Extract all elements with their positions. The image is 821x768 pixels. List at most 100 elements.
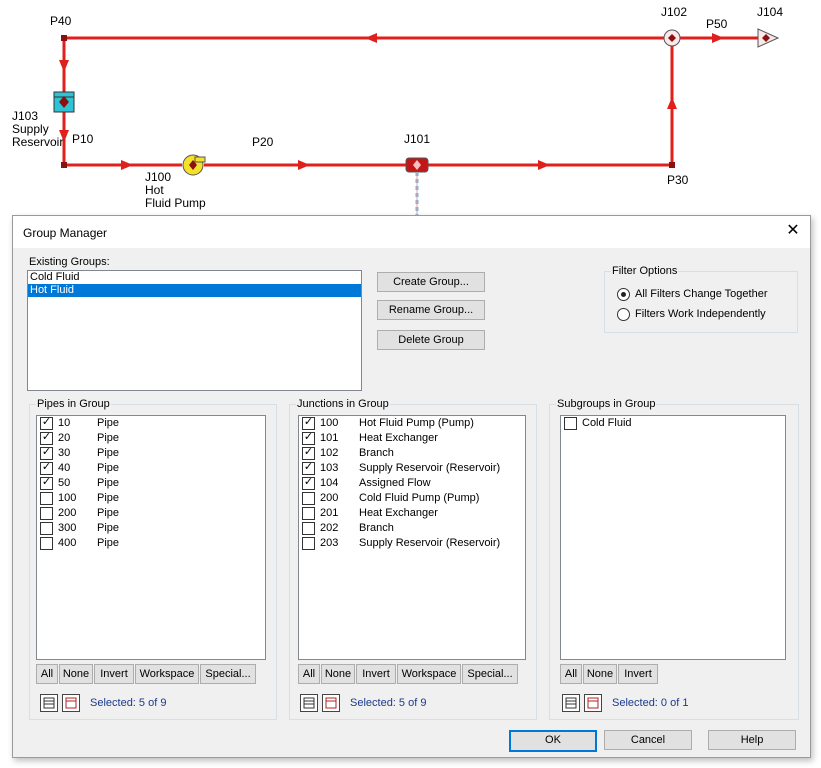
junction-row[interactable]: ✓ 104 Assigned Flow <box>299 476 525 491</box>
pipe-row[interactable]: 200 Pipe <box>37 506 265 521</box>
special-button[interactable]: Special... <box>462 664 518 684</box>
junction-row[interactable]: 202 Branch <box>299 521 525 536</box>
radio-filters-independent[interactable] <box>617 308 630 321</box>
checkbox[interactable] <box>302 537 315 550</box>
checkbox[interactable]: ✓ <box>302 476 315 490</box>
all-button[interactable]: All <box>298 664 320 684</box>
junction-row[interactable]: ✓ 103 Supply Reservoir (Reservoir) <box>299 461 525 476</box>
junction-row[interactable]: 200 Cold Fluid Pump (Pump) <box>299 491 525 506</box>
pipe-row[interactable]: 100 Pipe <box>37 491 265 506</box>
checkbox[interactable]: ✓ <box>40 461 53 475</box>
pipe-row[interactable]: ✓ 40 Pipe <box>37 461 265 476</box>
group-item-cold-fluid[interactable]: Cold Fluid <box>28 271 361 284</box>
checkbox[interactable] <box>40 522 53 535</box>
checkbox[interactable]: ✓ <box>40 431 53 445</box>
dialog-titlebar[interactable]: Group Manager ✕ <box>13 216 810 248</box>
checkbox[interactable]: ✓ <box>40 446 53 460</box>
pipe-row[interactable]: ✓ 50 Pipe <box>37 476 265 491</box>
label-p50: P50 <box>706 17 728 31</box>
subgroups-group-title: Subgroups in Group <box>556 398 657 411</box>
checkbox[interactable]: ✓ <box>302 416 315 430</box>
group-item-hot-fluid[interactable]: Hot Fluid <box>28 284 361 297</box>
flow-arrow-p50 <box>712 33 724 43</box>
checkmark-icon: ✓ <box>41 431 52 443</box>
junction-row[interactable]: ✓ 100 Hot Fluid Pump (Pump) <box>299 416 525 431</box>
subgroup-row[interactable]: Cold Fluid <box>561 416 785 431</box>
ok-button[interactable]: OK <box>509 730 597 752</box>
radio-all-filters[interactable] <box>617 288 630 301</box>
detail-view-icon[interactable] <box>322 694 340 712</box>
none-button[interactable]: None <box>321 664 355 684</box>
checkmark-icon: ✓ <box>303 416 314 428</box>
pipes-list[interactable]: ✓ 10 Pipe ✓ 20 Pipe ✓ 30 Pipe ✓ 40 Pipe ✓ 50 Pipe 100 Pi… <box>36 415 266 660</box>
checkbox[interactable] <box>40 492 53 505</box>
flow-arrow-up <box>667 97 677 109</box>
pipes-selected-count: Selected: 5 of 9 <box>90 697 167 709</box>
checkbox[interactable] <box>302 492 315 505</box>
radio-filters-independent-label[interactable]: Filters Work Independently <box>635 308 766 321</box>
checkbox[interactable] <box>564 417 577 430</box>
workspace-button[interactable]: Workspace <box>397 664 461 684</box>
pipe-type: Pipe <box>97 522 120 534</box>
checkbox[interactable] <box>40 537 53 550</box>
pipe-row[interactable]: ✓ 10 Pipe <box>37 416 265 431</box>
branch-icon <box>663 29 681 47</box>
delete-group-button[interactable]: Delete Group <box>377 330 485 350</box>
subgroups-list[interactable]: Cold Fluid <box>560 415 786 660</box>
checkbox[interactable]: ✓ <box>302 446 315 460</box>
detail-view-icon[interactable] <box>62 694 80 712</box>
invert-button[interactable]: Invert <box>618 664 658 684</box>
list-view-icon[interactable] <box>562 694 580 712</box>
pipe-id: 40 <box>58 462 71 474</box>
junction-type: Heat Exchanger <box>359 507 438 519</box>
create-group-button[interactable]: Create Group... <box>377 272 485 292</box>
junction-row[interactable]: ✓ 101 Heat Exchanger <box>299 431 525 446</box>
none-button[interactable]: None <box>583 664 617 684</box>
checkbox[interactable] <box>40 507 53 520</box>
heat-exchanger-icon <box>405 157 429 215</box>
pipe-row[interactable]: ✓ 20 Pipe <box>37 431 265 446</box>
cancel-button[interactable]: Cancel <box>604 730 692 750</box>
subgroup-name: Cold Fluid <box>582 417 632 429</box>
pipe-row[interactable]: 400 Pipe <box>37 536 265 551</box>
existing-groups-list[interactable]: Cold Fluid Hot Fluid <box>27 270 362 391</box>
checkbox[interactable]: ✓ <box>40 476 53 490</box>
workspace-button[interactable]: Workspace <box>135 664 199 684</box>
junction-row[interactable]: 201 Heat Exchanger <box>299 506 525 521</box>
none-button[interactable]: None <box>59 664 93 684</box>
junctions-group-title: Junctions in Group <box>296 398 390 411</box>
junction-row[interactable]: 203 Supply Reservoir (Reservoir) <box>299 536 525 551</box>
list-view-icon[interactable] <box>300 694 318 712</box>
network-diagram[interactable] <box>0 0 821 215</box>
junction-id: 203 <box>320 537 339 549</box>
invert-button[interactable]: Invert <box>94 664 134 684</box>
checkbox[interactable]: ✓ <box>40 416 53 430</box>
close-icon[interactable]: ✕ <box>784 222 802 240</box>
radio-all-filters-label[interactable]: All Filters Change Together <box>635 288 767 301</box>
checkbox[interactable]: ✓ <box>302 431 315 445</box>
pipe-row[interactable]: 300 Pipe <box>37 521 265 536</box>
junctions-list[interactable]: ✓ 100 Hot Fluid Pump (Pump) ✓ 101 Heat Exchan… <box>298 415 526 660</box>
list-view-icon[interactable] <box>40 694 58 712</box>
rename-group-button[interactable]: Rename Group... <box>377 300 485 320</box>
detail-view-icon[interactable] <box>584 694 602 712</box>
junction-id: 101 <box>320 432 339 444</box>
filter-options-title: Filter Options <box>611 265 679 278</box>
label-j101: J101 <box>404 132 431 146</box>
checkbox[interactable]: ✓ <box>302 461 315 475</box>
junction-row[interactable]: ✓ 102 Branch <box>299 446 525 461</box>
junctions-selected-count: Selected: 5 of 9 <box>350 697 427 709</box>
pipe-id: 300 <box>58 522 77 534</box>
special-button[interactable]: Special... <box>200 664 256 684</box>
junctions-group-box: Junctions in Group ✓ 100 Hot Fluid Pump (P… <box>289 398 537 720</box>
flow-arrow-down-1 <box>59 60 69 72</box>
junction-type: Supply Reservoir (Reservoir) <box>359 537 501 549</box>
flow-arrow-p10 <box>121 160 133 170</box>
all-button[interactable]: All <box>36 664 58 684</box>
checkbox[interactable] <box>302 507 315 520</box>
all-button[interactable]: All <box>560 664 582 684</box>
help-button[interactable]: Help <box>708 730 796 750</box>
pipe-row[interactable]: ✓ 30 Pipe <box>37 446 265 461</box>
checkbox[interactable] <box>302 522 315 535</box>
invert-button[interactable]: Invert <box>356 664 396 684</box>
